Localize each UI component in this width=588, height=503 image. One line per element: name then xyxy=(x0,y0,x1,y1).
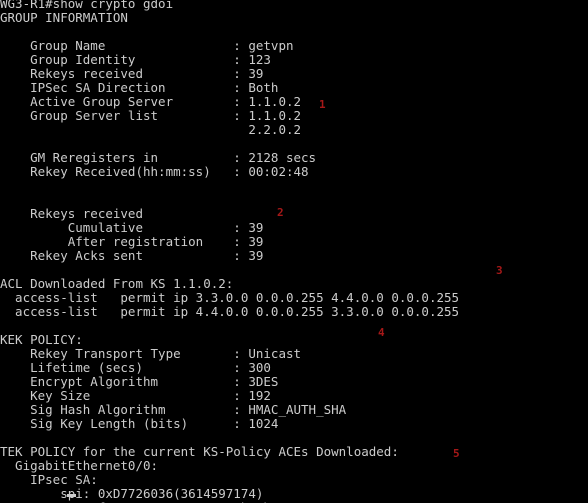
terminal-line: Group Identity : 123 xyxy=(0,52,271,67)
terminal-line: GROUP INFORMATION xyxy=(0,10,128,25)
terminal-line: Rekeys received : 39 xyxy=(0,66,264,81)
terminal-line: Rekey Transport Type : Unicast xyxy=(0,346,302,361)
terminal-line: Sig Hash Algorithm : HMAC_AUTH_SHA xyxy=(0,402,347,417)
terminal-line: spi: 0xD7726036(3614597174) xyxy=(0,486,264,501)
terminal-line: IPsec SA: xyxy=(0,472,98,487)
terminal-line: IPSec SA Direction : Both xyxy=(0,80,279,95)
terminal-line: Rekey Received(hh:mm:ss) : 00:02:48 xyxy=(0,164,309,179)
terminal-window[interactable]: WG3-R1#show crypto gdoi GROUP INFORMATION… xyxy=(0,0,588,503)
terminal-line: Group Name : getvpn xyxy=(0,38,294,53)
terminal-line: Rekeys received xyxy=(0,206,143,221)
terminal-line: 2.2.0.2 xyxy=(0,122,302,137)
terminal-line: After registration : 39 xyxy=(0,234,264,249)
terminal-line: Encrypt Algorithm : 3DES xyxy=(0,374,279,389)
terminal-line: GM Reregisters in : 2128 secs xyxy=(0,150,317,165)
terminal-line: Sig Key Length (bits) : 1024 xyxy=(0,416,279,431)
terminal-line: Cumulative : 39 xyxy=(0,220,264,235)
terminal-line: Active Group Server : 1.1.0.2 xyxy=(0,94,302,109)
terminal-line: TEK POLICY for the current KS-Policy ACE… xyxy=(0,444,399,459)
terminal-line: access-list permit ip 3.3.0.0 0.0.0.255 … xyxy=(0,290,460,305)
terminal-line: Group Server list : 1.1.0.2 xyxy=(0,108,302,123)
terminal-output: WG3-R1#show crypto gdoi GROUP INFORMATION… xyxy=(0,0,588,503)
terminal-line: access-list permit ip 4.4.0.0 0.0.0.255 … xyxy=(0,304,460,319)
terminal-line: Key Size : 192 xyxy=(0,388,271,403)
terminal-cursor xyxy=(67,494,76,497)
terminal-line: Rekey Acks sent : 39 xyxy=(0,248,264,263)
terminal-line: ACL Downloaded From KS 1.1.0.2: xyxy=(0,276,234,291)
terminal-line: GigabitEthernet0/0: xyxy=(0,458,159,473)
terminal-line: KEK POLICY: xyxy=(0,332,83,347)
terminal-line: Lifetime (secs) : 300 xyxy=(0,360,271,375)
